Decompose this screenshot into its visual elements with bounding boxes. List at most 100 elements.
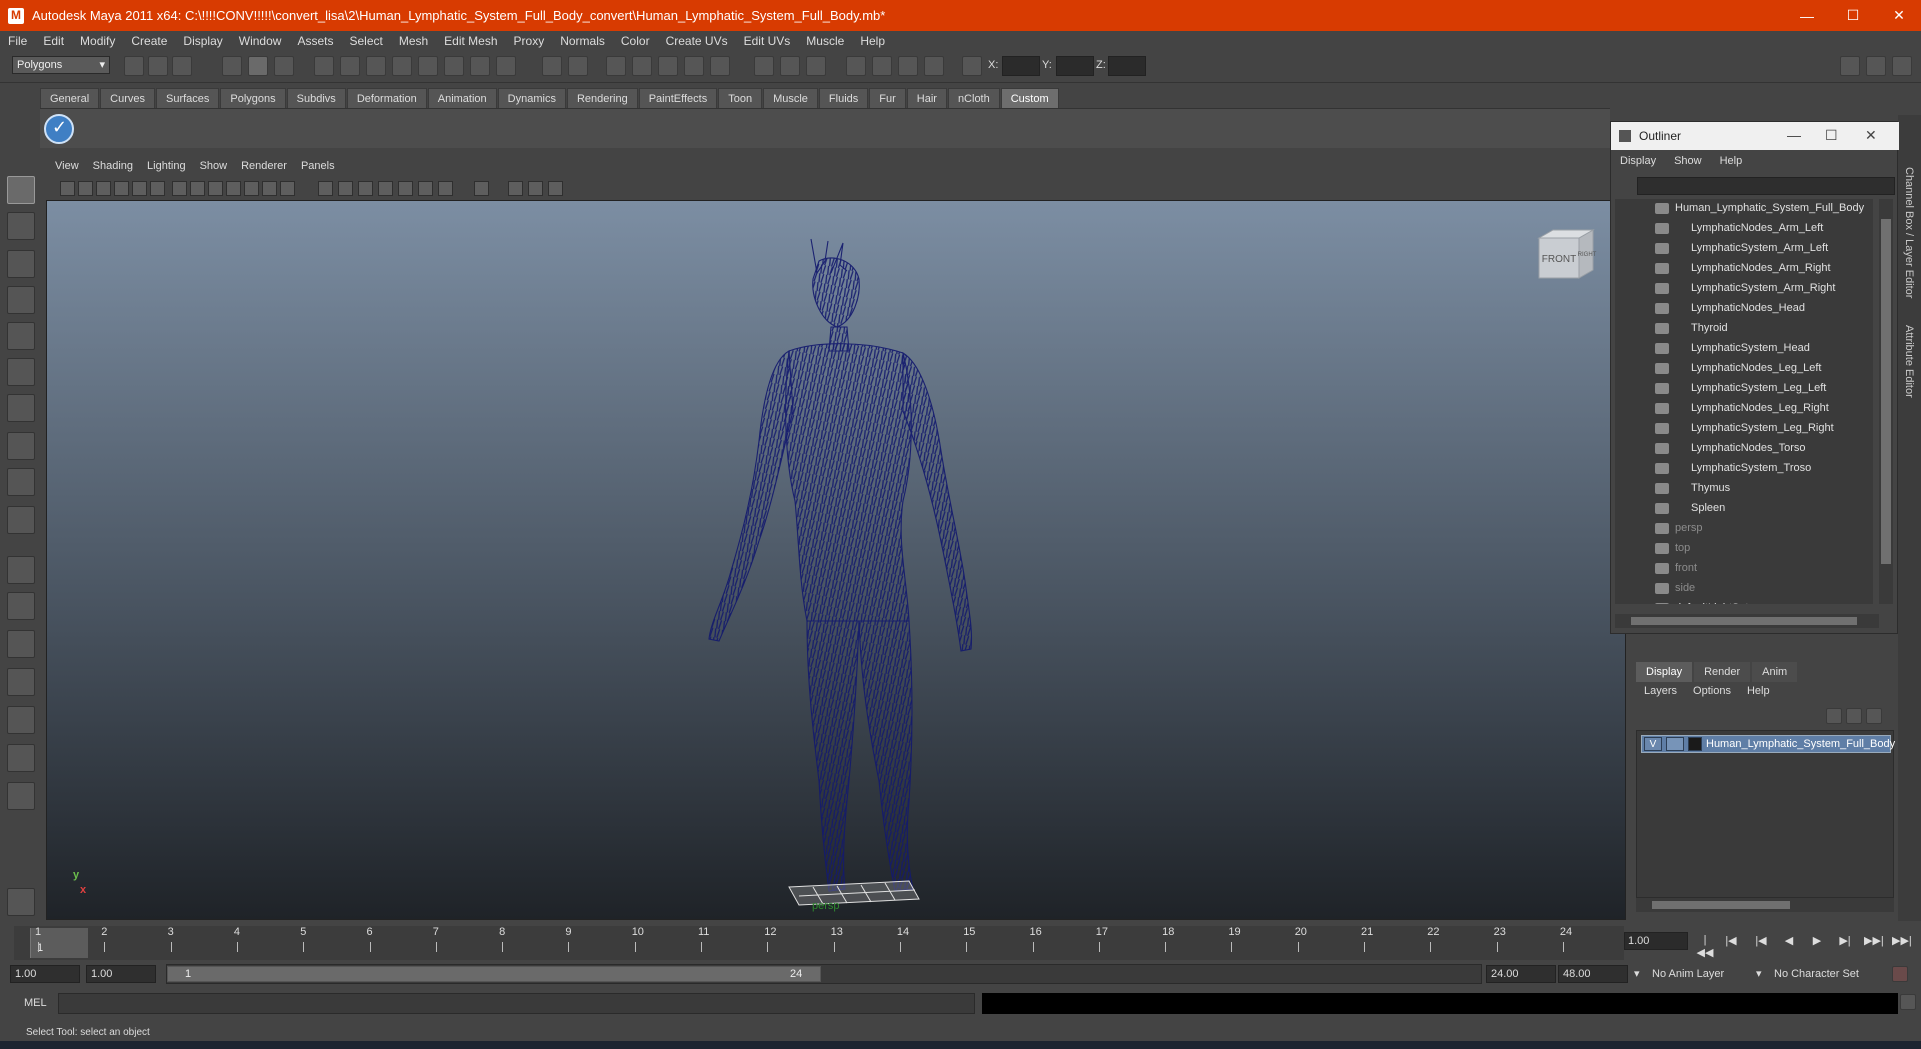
viewcube-icon[interactable]: FRONT RIGHT [1535,228,1597,284]
snap-point-icon[interactable] [392,56,412,76]
play-backwards-button[interactable]: ◀ [1780,934,1798,950]
shelf-tab-painteffects[interactable]: PaintEffects [638,88,718,108]
close-button[interactable]: ✕ [1876,0,1921,31]
range-slider[interactable]: 1 24 [166,964,1482,984]
outliner-item[interactable]: LymphaticNodes_Torso [1615,439,1873,458]
layer-hscroll-thumb[interactable] [1652,901,1790,909]
outliner-item[interactable]: LymphaticSystem_Troso [1615,459,1873,478]
move-layer-up-icon[interactable] [1826,708,1842,724]
select-tool-icon[interactable] [7,176,35,204]
outliner-item[interactable]: Thymus [1615,479,1873,498]
xray-icon[interactable] [378,181,393,196]
outliner-filter-field[interactable] [1637,177,1895,195]
channel-box-side-tab[interactable]: Channel Box / Layer Editor [1903,167,1915,298]
maximize-button[interactable]: ☐ [1830,0,1876,31]
grid-toggle-icon[interactable] [172,181,187,196]
outliner-item[interactable]: Thyroid [1615,319,1873,338]
paint-select-tool-icon[interactable] [7,250,35,278]
safe-action-icon[interactable] [262,181,277,196]
camera-select-icon[interactable] [60,181,75,196]
input-ops-icon[interactable] [606,56,626,76]
shelf-tab-curves[interactable]: Curves [100,88,155,108]
animation-start-field[interactable]: 1.00 [10,965,80,983]
play-forwards-button[interactable]: ▶ [1808,934,1826,950]
manipulator-tool-icon[interactable] [7,394,35,422]
outliner-item[interactable]: LymphaticSystem_Arm_Right [1615,279,1873,298]
grease-pencil-icon[interactable] [150,181,165,196]
outliner-hscrollbar[interactable] [1615,614,1879,628]
channel-box-toggle-icon[interactable] [1892,56,1912,76]
hypershade-layout-icon[interactable] [7,706,35,734]
menu-edit-mesh[interactable]: Edit Mesh [436,34,505,48]
safe-title-icon[interactable] [280,181,295,196]
attribute-editor-side-tab[interactable]: Attribute Editor [1903,325,1915,398]
playback-end-field[interactable]: 24.00 [1486,965,1556,983]
playback-start-field[interactable]: 1.00 [86,965,156,983]
select-object-icon[interactable] [248,56,268,76]
menu-display[interactable]: Display [175,34,230,48]
character-set-dropdown-arrow[interactable]: ▾ [1756,965,1762,983]
layer-color-swatch[interactable] [1688,737,1702,751]
layer-visibility-toggle[interactable]: V [1644,737,1662,751]
viewport-menu-view[interactable]: View [48,160,86,176]
outliner-item[interactable]: front [1615,559,1873,578]
outliner-maximize-button[interactable]: ☐ [1825,127,1838,144]
light-linker-icon[interactable] [898,56,918,76]
menu-assets[interactable]: Assets [289,34,341,48]
outliner-item[interactable]: LymphaticNodes_Head [1615,299,1873,318]
lock-icon[interactable] [542,56,562,76]
menu-color[interactable]: Color [613,34,658,48]
layer-menu-help[interactable]: Help [1739,685,1778,697]
shelf-tab-muscle[interactable]: Muscle [763,88,818,108]
snap-plane-icon[interactable] [418,56,438,76]
outliner-item[interactable]: LymphaticSystem_Leg_Left [1615,379,1873,398]
layer-tab-anim[interactable]: Anim [1752,662,1798,682]
shelf-tab-toon[interactable]: Toon [718,88,763,108]
output-ops-icon[interactable] [632,56,652,76]
shadows-icon[interactable] [438,181,453,196]
shelf-tab-ncloth[interactable]: nCloth [947,88,1000,108]
menu-create-uvs[interactable]: Create UVs [658,34,736,48]
outliner-minimize-button[interactable]: — [1787,127,1801,143]
transform-input-icon[interactable] [962,56,982,76]
snap-live-icon[interactable] [470,56,490,76]
layer-tab-display[interactable]: Display [1636,662,1693,682]
outliner-item[interactable]: LymphaticNodes_Leg_Left [1615,359,1873,378]
auto-key-icon[interactable] [1892,966,1908,982]
outliner-vscrollbar[interactable] [1879,199,1893,604]
batch-render-icon[interactable] [872,56,892,76]
field-chart-icon[interactable] [244,181,259,196]
menu-muscle[interactable]: Muscle [798,34,852,48]
persp-outliner-layout-icon[interactable] [7,630,35,658]
animation-end-field[interactable]: 48.00 [1558,965,1628,983]
viewport-menu-shading[interactable]: Shading [86,160,140,176]
y-field[interactable] [1056,56,1094,76]
four-pane-layout-icon[interactable] [7,592,35,620]
menu-create[interactable]: Create [123,34,175,48]
persp-graph-layout-icon[interactable] [7,668,35,696]
outliner-hscroll-thumb[interactable] [1631,617,1857,625]
menu-select[interactable]: Select [341,34,390,48]
image-plane-icon[interactable] [114,181,129,196]
time-slider[interactable] [14,926,1624,960]
outliner-item[interactable]: side [1615,579,1873,598]
step-back-key-button[interactable]: |◀ [1722,934,1740,950]
snap-grid-icon[interactable] [340,56,360,76]
menu-file[interactable]: File [0,34,35,48]
scale-tool-icon[interactable] [7,358,35,386]
mel-label[interactable]: MEL [24,997,47,1009]
layer-menu-layers[interactable]: Layers [1636,685,1685,697]
outliner-item[interactable]: LymphaticNodes_Arm_Left [1615,219,1873,238]
outliner-vscroll-thumb[interactable] [1881,219,1891,564]
shelf-tab-general[interactable]: General [40,88,100,108]
camera-attributes-icon[interactable] [78,181,93,196]
menu-help[interactable]: Help [852,34,893,48]
range-slider-thumb[interactable] [167,966,821,982]
gate-mask-icon[interactable] [226,181,241,196]
shelf-tab-hair[interactable]: Hair [906,88,947,108]
outliner-item[interactable]: LymphaticNodes_Arm_Right [1615,259,1873,278]
move-tool-icon[interactable] [7,286,35,314]
select-hierarchy-icon[interactable] [222,56,242,76]
film-gate-icon[interactable] [190,181,205,196]
outliner-item[interactable]: top [1615,539,1873,558]
